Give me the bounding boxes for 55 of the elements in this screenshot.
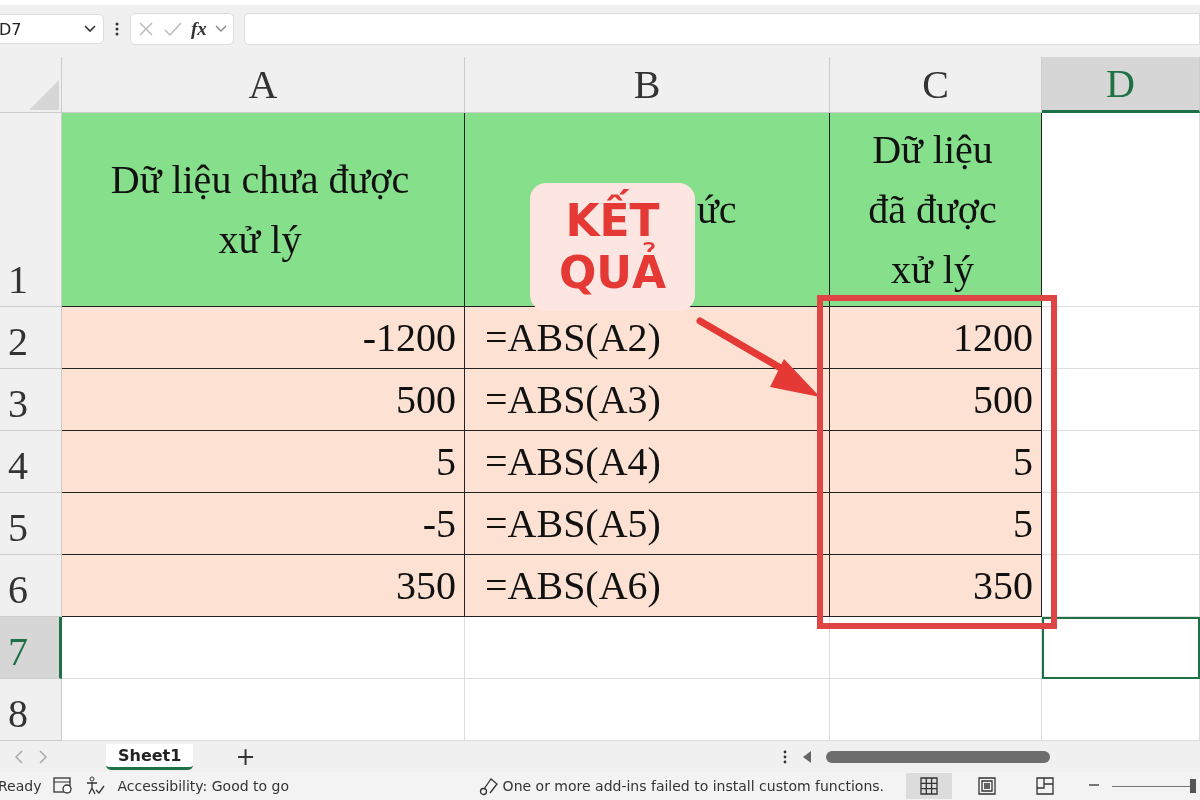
table-cell: =ABS(A6) [465,555,830,617]
macro-icon[interactable] [53,777,74,795]
table-cell: =ABS(A4) [465,431,830,493]
table-cell: 1200 [830,307,1042,369]
row-header[interactable]: 1 [0,113,62,307]
table-cell: -5 [62,493,465,555]
callout-label: KẾT QUẢ [530,183,695,311]
row-header[interactable]: 8 [0,679,62,741]
formula-input[interactable] [243,13,1200,45]
active-cell[interactable] [1042,617,1200,679]
insert-function-button[interactable]: fx [191,18,207,40]
scroll-left-icon[interactable] [801,749,812,764]
row-header[interactable]: 7 [0,617,62,679]
more-icon[interactable] [781,748,788,765]
scrollbar-thumb[interactable] [825,750,1050,763]
name-box[interactable]: D7 [0,14,104,44]
status-text: Accessibility: Good to go [117,778,290,794]
status-text: Ready [0,778,42,794]
page-icon [978,777,996,795]
column-header[interactable]: B [465,57,830,113]
row-header[interactable]: 5 [0,493,62,555]
add-in-icon[interactable] [478,776,499,796]
table-cell: =ABS(A3) [465,369,830,431]
table-cell: =ABS(A2) [465,307,830,369]
table-cell: 5 [830,493,1042,555]
more-icon[interactable] [114,21,120,37]
status-message: One or more add-ins failed to install custom functions. [502,778,884,794]
row-header[interactable]: 3 [0,369,62,431]
table-cell: 350 [62,555,465,617]
row-header[interactable]: 4 [0,431,62,493]
table-cell: =ABS(A5) [465,493,830,555]
table-cell: 500 [830,369,1042,431]
table-cell: 5 [830,431,1042,493]
column-header[interactable]: A [62,57,465,113]
table-cell: Dữ liệu chưa được xử lý [62,113,465,307]
caret-icon [83,24,97,34]
table-cell: -1200 [62,307,465,369]
row-header[interactable]: 6 [0,555,62,617]
row-header[interactable]: 2 [0,307,62,369]
sheet-tab[interactable]: Sheet1 [106,743,194,770]
empty-cell[interactable] [465,617,830,679]
zoom-slider-thumb[interactable] [1190,779,1197,793]
caret-icon [214,25,227,33]
accessibility-icon[interactable] [85,776,106,796]
column-header[interactable]: C [830,57,1042,113]
table-cell: Dữ liệu đã được xử lý [830,113,1042,307]
column-header[interactable]: D [1042,57,1200,113]
add-sheet-button[interactable]: + [235,742,256,771]
table-cell: 500 [62,369,465,431]
page-break-icon [1036,777,1054,795]
grid-icon [920,777,938,795]
empty-cell[interactable] [830,617,1042,679]
normal-view-button[interactable] [906,773,952,799]
table-cell: 5 [62,431,465,493]
table-cell: 350 [830,555,1042,617]
